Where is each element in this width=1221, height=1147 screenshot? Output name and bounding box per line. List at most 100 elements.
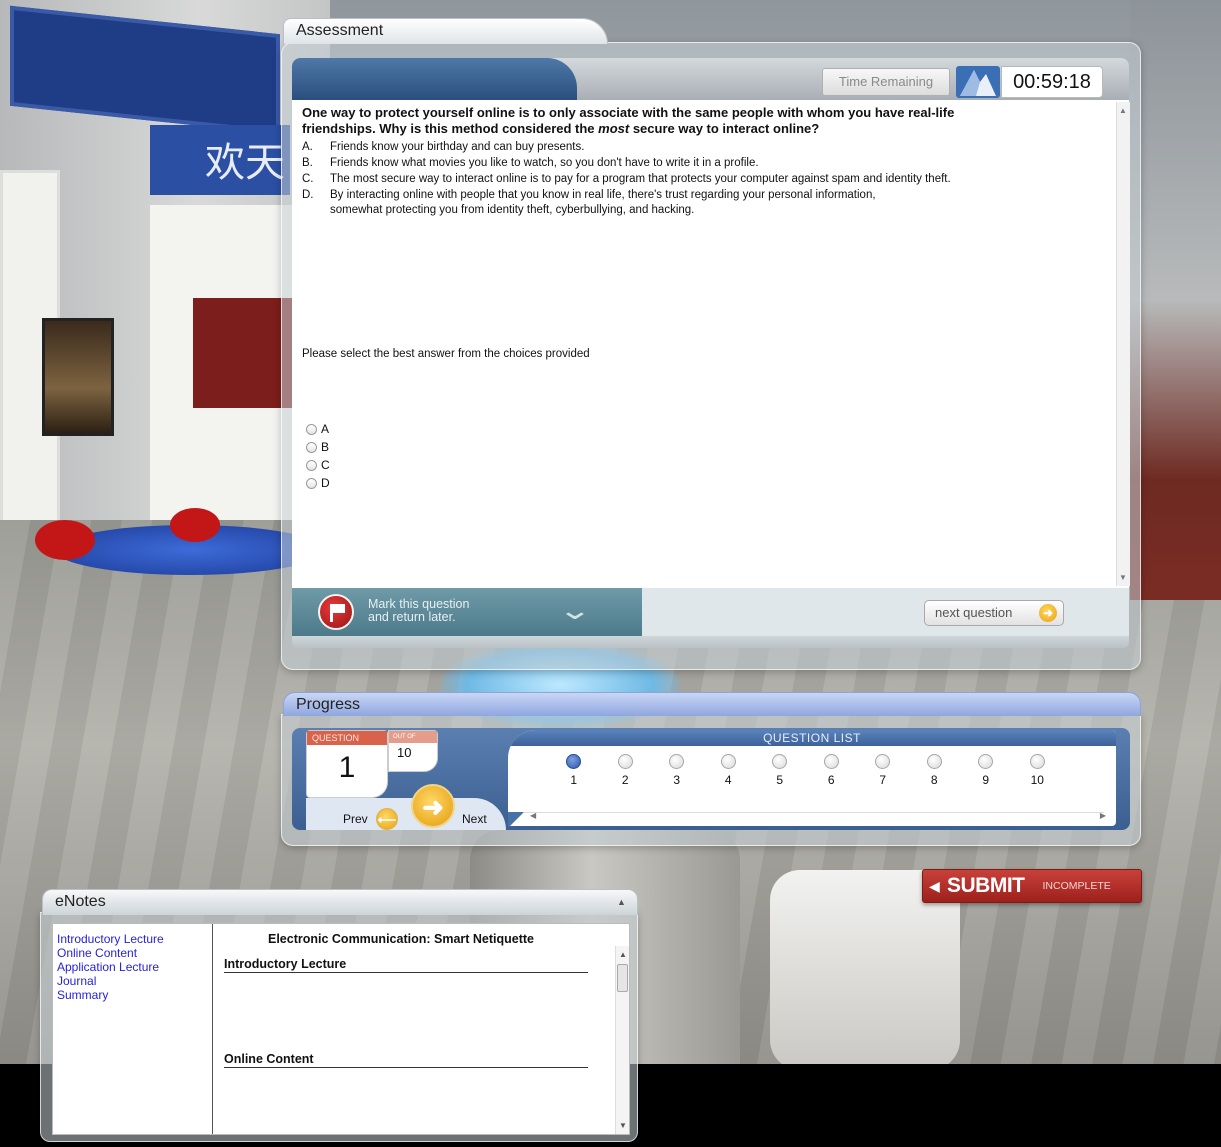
radio-label: D <box>321 476 330 490</box>
mark-question-label: Mark this question and return later. <box>368 598 518 624</box>
choice-c: C. The most secure way to interact onlin… <box>302 172 1002 187</box>
choice-letter: D. <box>302 189 314 201</box>
radio-option-c[interactable]: C <box>306 456 330 474</box>
out-of-header: OUT OF <box>389 731 437 743</box>
enotes-section-heading: Online Content <box>224 1052 588 1068</box>
enotes-scrollbar[interactable]: ▲ ▼ <box>615 946 629 1134</box>
assessment-bottom-strip <box>292 636 1129 648</box>
question-status-dot[interactable] <box>1029 754 1045 769</box>
question-list-item[interactable]: 9 <box>960 754 1012 787</box>
question-list-item[interactable]: 1 <box>548 754 600 787</box>
enotes-link-application-lecture[interactable]: Application Lecture <box>57 960 212 974</box>
question-list-item[interactable]: 3 <box>651 754 703 787</box>
question-list-number: 4 <box>724 773 732 787</box>
total-questions-box: OUT OF 10 <box>388 730 438 772</box>
question-status-dot[interactable] <box>566 754 582 769</box>
choice-text: By interacting online with people that y… <box>330 189 876 216</box>
question-list-item[interactable]: 7 <box>857 754 909 787</box>
choice-letter: C. <box>302 173 314 185</box>
question-list-number: 2 <box>621 773 629 787</box>
radio-option-b[interactable]: B <box>306 438 330 456</box>
scroll-down-icon[interactable]: ▼ <box>619 1121 627 1130</box>
question-list-item[interactable]: 4 <box>703 754 755 787</box>
scroll-right-icon[interactable]: ▶ <box>1100 811 1106 820</box>
question-text: One way to protect yourself online is to… <box>302 105 1092 137</box>
assessment-footer: Mark this question and return later. ⌄ n… <box>292 588 1129 636</box>
question-status-dot[interactable] <box>823 754 839 769</box>
question-list-items: 1 2 3 4 5 6 7 8 9 10 <box>548 754 1063 787</box>
enotes-nav: Introductory Lecture Online Content Appl… <box>53 924 213 1134</box>
next-button[interactable]: ➜ <box>411 784 455 828</box>
question-list-corner <box>508 812 524 828</box>
instruction-text: Please select the best answer from the c… <box>302 348 590 360</box>
question-list-number: 3 <box>673 773 681 787</box>
red-chair <box>35 520 95 560</box>
question-list-header: QUESTION LIST <box>508 730 1116 746</box>
arrow-left-icon: ⟵ <box>377 812 397 827</box>
prev-button[interactable]: ⟵ <box>376 808 398 830</box>
question-status-dot[interactable] <box>720 754 736 769</box>
question-line: One way to protect yourself online is to… <box>302 105 955 120</box>
question-list-item[interactable]: 5 <box>754 754 806 787</box>
choice-text: Friends know your birthday and can buy p… <box>330 141 585 153</box>
right-wall <box>1130 0 1221 600</box>
choice-text: The most secure way to interact online i… <box>330 173 951 185</box>
choice-text: Friends know what movies you like to wat… <box>330 157 759 169</box>
question-status-dot[interactable] <box>617 754 633 769</box>
hourglass-icon <box>956 66 1000 98</box>
choice-letter: A. <box>302 141 313 153</box>
assessment-panel-title: Assessment <box>283 18 608 44</box>
choice-a: A. Friends know your birthday and can bu… <box>302 140 1002 155</box>
submit-button[interactable]: ◀ SUBMIT INCOMPLETE <box>922 869 1142 903</box>
collapse-icon[interactable]: ▲ <box>617 897 626 907</box>
scroll-down-icon[interactable]: ▼ <box>1119 573 1127 582</box>
question-list-number: 6 <box>827 773 835 787</box>
scroll-up-icon[interactable]: ▲ <box>1119 106 1127 115</box>
radio-option-a[interactable]: A <box>306 420 330 438</box>
enotes-link-summary[interactable]: Summary <box>57 988 212 1002</box>
next-question-button[interactable]: next question ➜ <box>924 600 1064 626</box>
chevron-down-icon[interactable]: ⌄ <box>557 597 592 623</box>
radio-button[interactable] <box>306 441 317 453</box>
question-status-dot[interactable] <box>926 754 942 769</box>
question-scrollbar[interactable]: ▲ ▼ <box>1116 102 1130 586</box>
radio-button[interactable] <box>306 423 317 435</box>
next-question-label: next question <box>935 605 1013 620</box>
enotes-link-introductory-lecture[interactable]: Introductory Lecture <box>57 932 212 946</box>
question-status-dot[interactable] <box>772 754 788 769</box>
radio-button[interactable] <box>306 477 317 489</box>
question-status-dot[interactable] <box>978 754 994 769</box>
red-chair <box>170 508 220 542</box>
enotes-title: Electronic Communication: Smart Netiquet… <box>268 932 535 946</box>
mark-question-button[interactable]: Mark this question and return later. ⌄ <box>292 588 642 636</box>
prev-label: Prev <box>343 812 368 826</box>
radio-option-d[interactable]: D <box>306 474 330 492</box>
question-status-dot[interactable] <box>875 754 891 769</box>
mark-line: and return later. <box>368 610 456 624</box>
question-list-number: 10 <box>1030 773 1044 787</box>
radio-button[interactable] <box>306 459 317 471</box>
radio-label: A <box>321 422 330 436</box>
scroll-left-icon[interactable]: ◀ <box>530 811 536 820</box>
question-list-item[interactable]: 2 <box>600 754 652 787</box>
question-header: QUESTION <box>307 731 387 745</box>
emphasized-word: most <box>598 121 630 136</box>
question-list-scrollbar[interactable]: ◀ ▶ <box>524 811 1106 822</box>
question-status-dot[interactable] <box>669 754 685 769</box>
scroll-thumb[interactable] <box>617 964 628 992</box>
scroll-up-icon[interactable]: ▲ <box>619 950 627 959</box>
total-questions-number: 10 <box>397 745 412 760</box>
question-list-item[interactable]: 6 <box>806 754 858 787</box>
next-label: Next <box>462 812 487 826</box>
radio-label: C <box>321 458 330 472</box>
arrow-right-icon: ➜ <box>422 792 444 822</box>
enotes-link-online-content[interactable]: Online Content <box>57 946 212 960</box>
submit-label: SUBMIT <box>947 874 1025 897</box>
choice-letter: B. <box>302 157 313 169</box>
answer-choices: A. Friends know your birthday and can bu… <box>302 140 1002 219</box>
enotes-link-journal[interactable]: Journal <box>57 974 212 988</box>
choice-b: B. Friends know what movies you like to … <box>302 156 1002 171</box>
question-list-item[interactable]: 10 <box>1012 754 1064 787</box>
flag-icon[interactable] <box>318 594 354 630</box>
question-list-item[interactable]: 8 <box>909 754 961 787</box>
